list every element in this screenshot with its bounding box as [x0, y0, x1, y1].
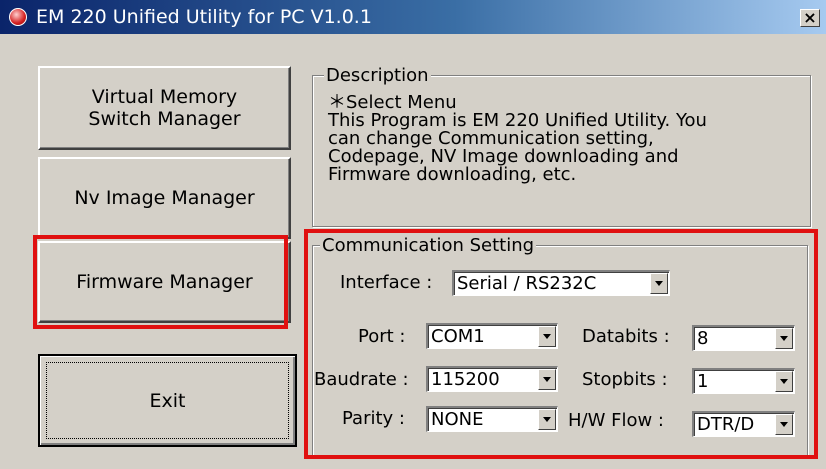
app-logo-icon [9, 8, 27, 26]
exit-button[interactable]: Exit [38, 354, 297, 447]
close-button[interactable]: × [800, 9, 820, 27]
button-label: Nv Image Manager [74, 187, 255, 209]
button-label-line-2: Switch Manager [88, 108, 241, 130]
description-legend: Description [324, 65, 431, 86]
app-window: EM 220 Unified Utility for PC V1.0.1 × V… [0, 0, 826, 469]
button-label-line-1: Virtual Memory [91, 86, 238, 108]
highlight-box-firmware [33, 235, 288, 329]
window-title: EM 220 Unified Utility for PC V1.0.1 [36, 6, 372, 28]
virtual-memory-switch-manager-button[interactable]: Virtual Memory Switch Manager [38, 66, 291, 150]
highlight-box-communication [304, 229, 818, 459]
description-line: Firmware downloading, etc. [328, 164, 577, 185]
nv-image-manager-button[interactable]: Nv Image Manager [38, 157, 291, 239]
title-bar[interactable]: EM 220 Unified Utility for PC V1.0.1 × [0, 0, 826, 34]
close-icon: × [803, 8, 817, 27]
focus-rectangle [46, 362, 289, 439]
description-text: ＊Select Menu This Program is EM 220 Unif… [328, 94, 798, 184]
